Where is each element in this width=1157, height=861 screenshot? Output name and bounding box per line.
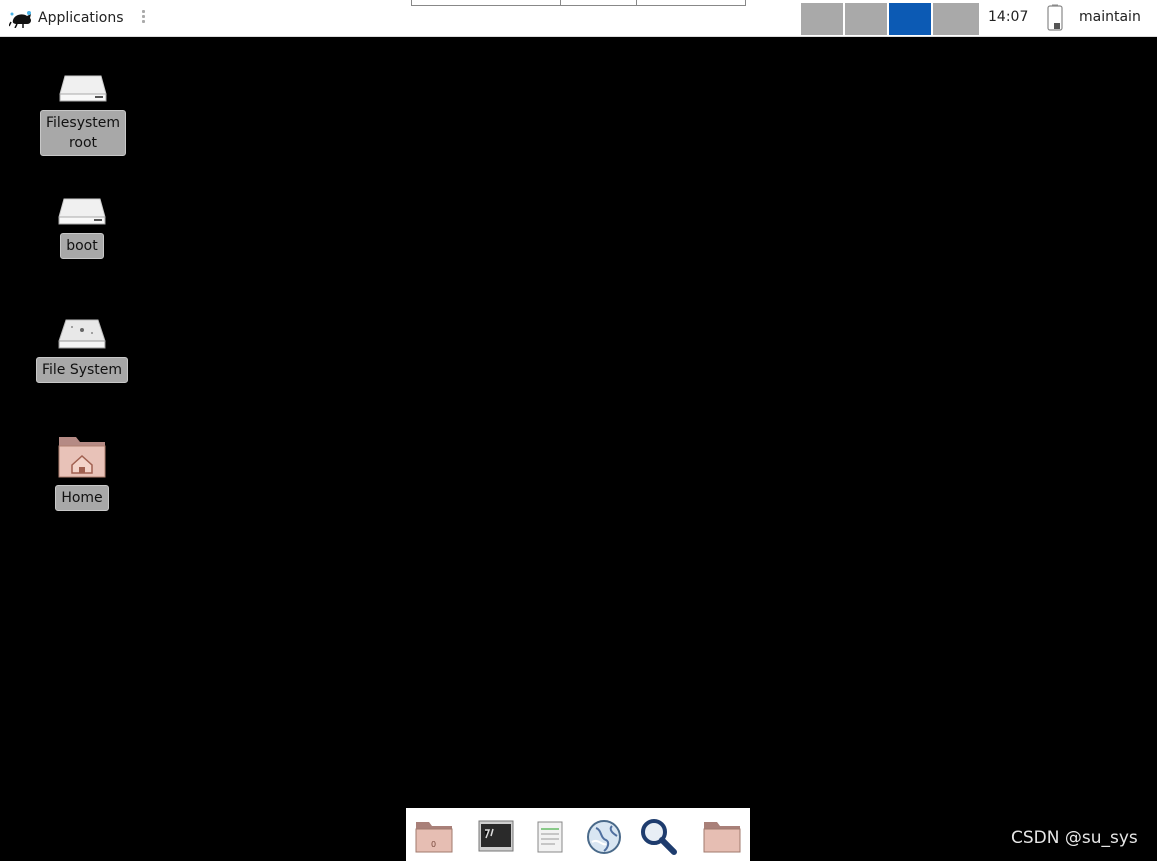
terminal-icon	[478, 820, 514, 852]
dock-web-browser[interactable]	[584, 816, 624, 856]
desktop-icon-label: Home	[55, 485, 109, 511]
home-folder-icon	[58, 437, 106, 478]
web-browser-icon	[587, 820, 621, 854]
desktop-icon-label: Filesystem root	[39, 110, 127, 156]
top-panel: Applications 14:07 maintain	[0, 0, 1157, 37]
workspace-1[interactable]	[801, 3, 843, 35]
applications-menu[interactable]: Applications	[9, 6, 124, 30]
dock-search[interactable]	[638, 816, 678, 856]
battery-icon[interactable]	[1043, 4, 1067, 32]
search-icon	[641, 819, 677, 855]
desktop-icon-label: boot	[60, 233, 104, 259]
text-editor-icon	[537, 821, 563, 853]
drive-icon	[59, 75, 107, 102]
dock-text-editor[interactable]	[530, 816, 570, 856]
applications-label: Applications	[38, 10, 124, 26]
user-menu[interactable]: maintain	[1079, 9, 1141, 25]
removable-drive-icon	[58, 319, 106, 349]
clock[interactable]: 14:07	[988, 9, 1028, 25]
dock-file-manager[interactable]: 0	[414, 816, 454, 856]
desktop-icon-home[interactable]: Home	[32, 433, 132, 511]
folder-icon	[703, 822, 741, 853]
workspace-2[interactable]	[845, 3, 887, 35]
desktop-icon-label: File System	[35, 357, 129, 383]
panel-separator-handle[interactable]	[140, 8, 146, 28]
watermark: CSDN @su_sys	[1011, 828, 1138, 848]
dock: 0	[406, 808, 750, 861]
desktop-icon-file-system[interactable]: File System	[32, 317, 132, 383]
workspace-3[interactable]	[889, 3, 931, 35]
drive-icon	[58, 198, 106, 225]
mouse-logo-icon	[9, 11, 31, 28]
svg-text:0: 0	[431, 840, 436, 849]
desktop-icon-boot[interactable]: boot	[32, 195, 132, 259]
workspace-switcher	[801, 3, 979, 35]
dock-terminal[interactable]	[476, 816, 516, 856]
desktop-icon-filesystem-root[interactable]: Filesystem root	[33, 72, 133, 156]
dock-folder[interactable]	[702, 816, 742, 856]
folder-icon: 0	[415, 822, 453, 853]
workspace-4[interactable]	[933, 3, 979, 35]
taskbar-strip[interactable]	[411, 0, 746, 6]
